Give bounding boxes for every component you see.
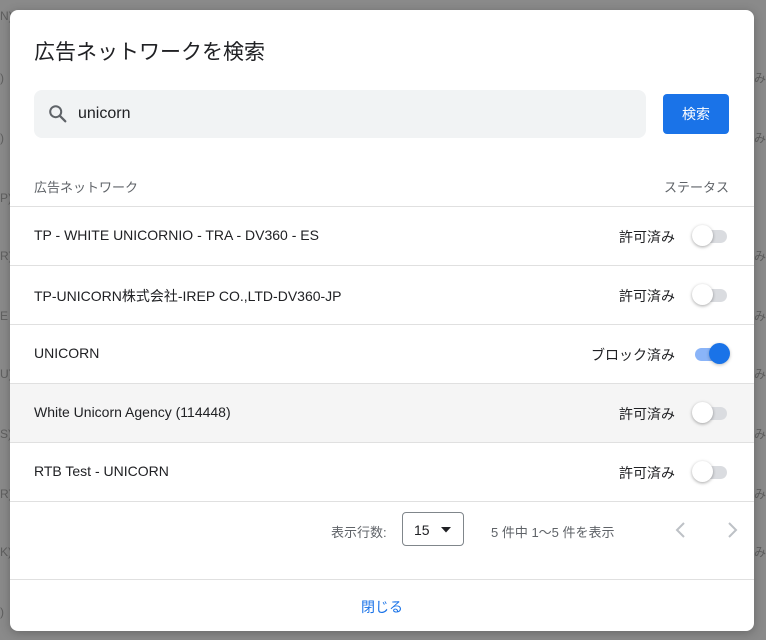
table-row[interactable]: TP - WHITE UNICORNIO - TRA - DV360 - ES … bbox=[10, 207, 754, 266]
page-range-text: 5 件中 1〜5 件を表示 bbox=[491, 525, 615, 540]
network-name: White Unicorn Agency (114448) bbox=[34, 404, 231, 420]
network-name: TP-UNICORN株式会社-IREP CO.,LTD-DV360-JP bbox=[34, 288, 342, 304]
status-label: 許可済み bbox=[619, 288, 675, 304]
rows-per-page-value: 15 bbox=[414, 522, 430, 538]
toggle-thumb bbox=[692, 402, 713, 423]
pagination-bar: 表示行数: 15 5 件中 1〜5 件を表示 bbox=[10, 505, 754, 555]
table-row[interactable]: TP-UNICORN株式会社-IREP CO.,LTD-DV360-JP 許可済… bbox=[10, 266, 754, 325]
column-header-network[interactable]: 広告ネットワーク bbox=[34, 177, 138, 196]
column-header-status[interactable]: ステータス bbox=[664, 177, 729, 196]
network-name: RTB Test - UNICORN bbox=[34, 463, 169, 479]
rows-per-page-label: 表示行数: bbox=[331, 525, 387, 540]
search-box[interactable] bbox=[34, 90, 646, 138]
toggle-thumb bbox=[709, 343, 730, 364]
status-label: ブロック済み bbox=[591, 347, 675, 363]
search-icon bbox=[49, 105, 67, 123]
table-row[interactable]: UNICORN ブロック済み bbox=[10, 325, 754, 384]
chevron-left-icon[interactable] bbox=[670, 517, 692, 543]
toggle-thumb bbox=[692, 284, 713, 305]
backdrop-right-edge: みみ みみ みみ みみ bbox=[753, 71, 766, 559]
toggle-thumb bbox=[692, 461, 713, 482]
table-header: 広告ネットワーク ステータス bbox=[10, 165, 754, 207]
chevron-right-icon[interactable] bbox=[721, 517, 743, 543]
search-input[interactable] bbox=[78, 90, 638, 138]
table-row[interactable]: White Unicorn Agency (114448) 許可済み bbox=[10, 384, 754, 443]
dialog-title: 広告ネットワークを検索 bbox=[34, 41, 265, 64]
status-label: 許可済み bbox=[619, 406, 675, 422]
table-row[interactable]: RTB Test - UNICORN 許可済み bbox=[10, 443, 754, 502]
search-ad-network-dialog: 広告ネットワークを検索 検索 広告ネットワーク ステータス TP - WHITE… bbox=[10, 10, 754, 631]
status-toggle[interactable] bbox=[692, 225, 730, 247]
status-label: 許可済み bbox=[619, 465, 675, 481]
status-toggle[interactable] bbox=[692, 461, 730, 483]
search-button[interactable]: 検索 bbox=[663, 94, 729, 134]
status-toggle[interactable] bbox=[692, 402, 730, 424]
toggle-thumb bbox=[692, 225, 713, 246]
network-name: UNICORN bbox=[34, 345, 100, 361]
status-toggle[interactable] bbox=[692, 284, 730, 306]
status-label: 許可済み bbox=[619, 229, 675, 245]
rows-per-page-select[interactable]: 15 bbox=[402, 512, 464, 546]
network-name: TP - WHITE UNICORNIO - TRA - DV360 - ES bbox=[34, 227, 319, 243]
dialog-footer: 閉じる bbox=[10, 579, 754, 632]
close-button[interactable]: 閉じる bbox=[10, 597, 754, 617]
dropdown-arrow-icon bbox=[441, 527, 451, 533]
status-toggle[interactable] bbox=[692, 343, 730, 365]
